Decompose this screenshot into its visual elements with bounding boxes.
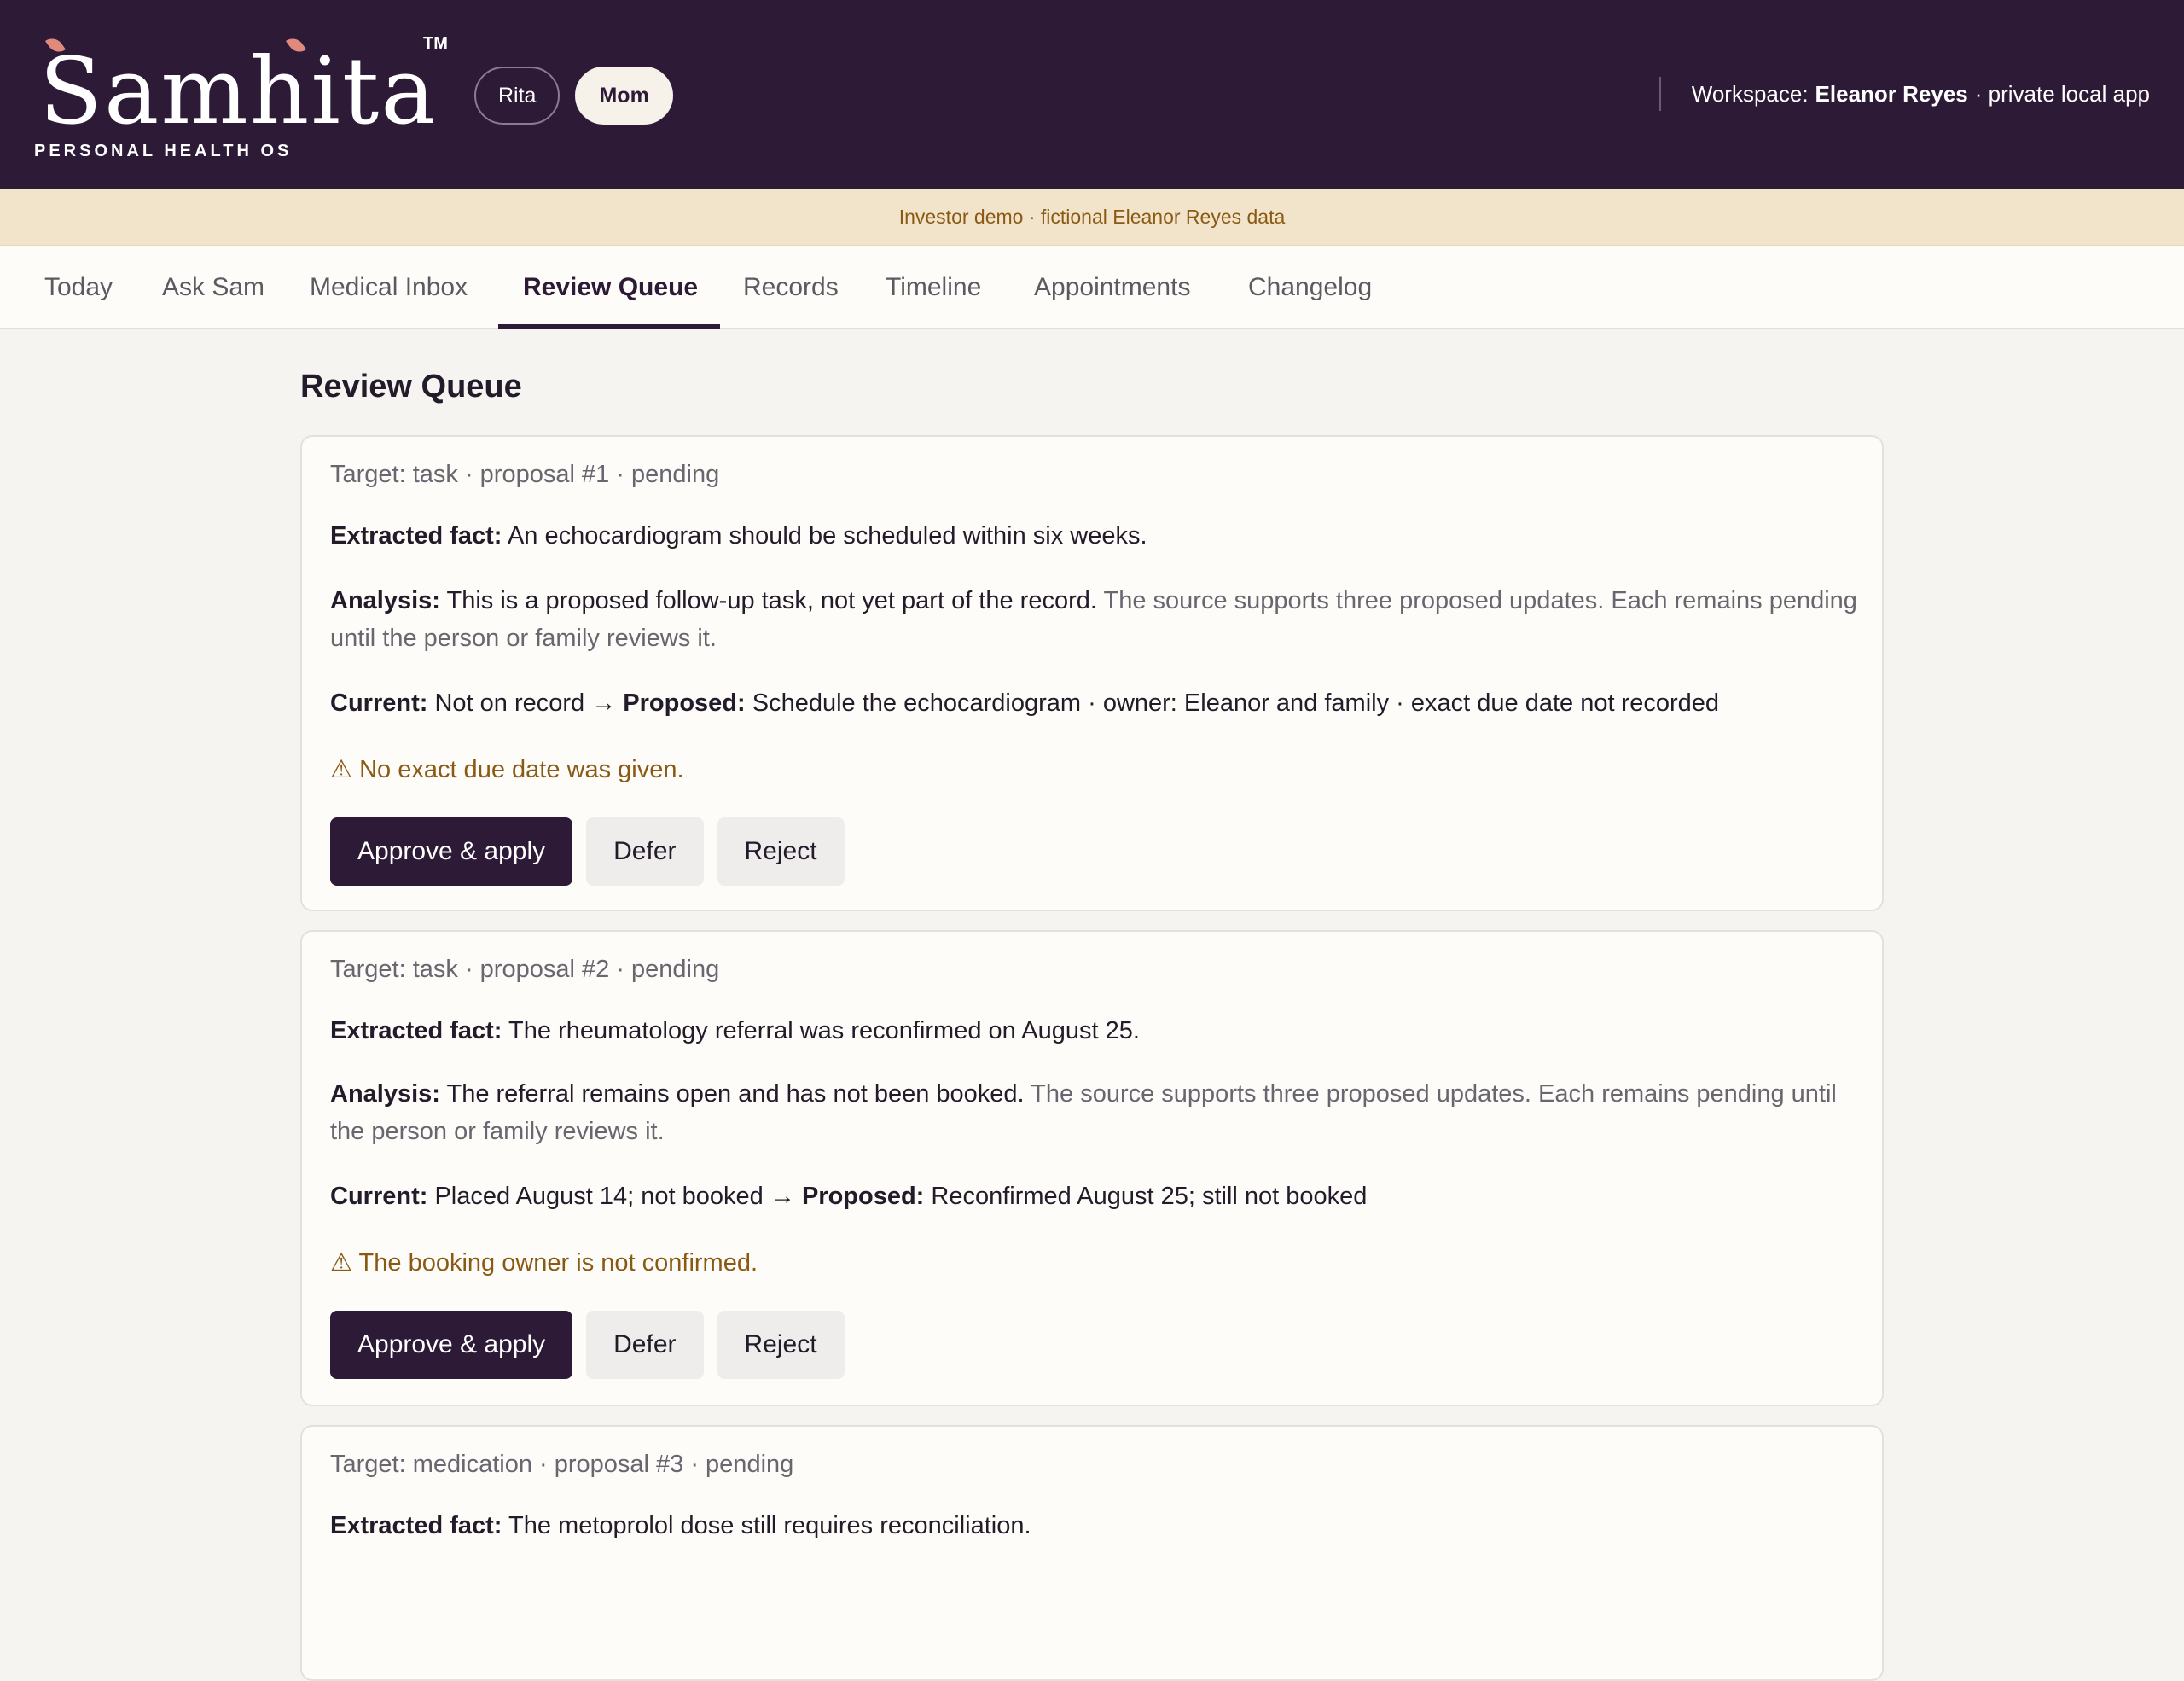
analysis-label: Analysis: <box>330 587 440 614</box>
warning-icon: ⚠ <box>330 1249 352 1277</box>
approve-apply-button[interactable]: Approve & apply <box>330 1311 573 1379</box>
current-label: Current: <box>330 1183 428 1210</box>
tab-changelog[interactable]: Changelog <box>1248 246 1372 329</box>
extracted-fact-label: Extracted fact: <box>330 522 502 550</box>
proposal-actions: Approve & apply Defer Reject <box>330 817 845 886</box>
workspace-divider <box>1658 77 1661 111</box>
tab-appointments[interactable]: Appointments <box>1034 246 1190 329</box>
profile-pill-rita[interactable]: Rita <box>474 67 561 125</box>
tab-review-queue[interactable]: Review Queue <box>523 246 698 329</box>
defer-button[interactable]: Defer <box>586 817 704 886</box>
defer-button[interactable]: Defer <box>586 1311 704 1379</box>
proposed-value: Reconfirmed August 25; still not booked <box>931 1183 1368 1210</box>
arrow-icon: → <box>770 1183 795 1210</box>
demo-banner: Investor demo · fictional Eleanor Reyes … <box>0 189 2184 246</box>
extracted-fact: Extracted fact: The rheumatology referra… <box>330 1012 1857 1050</box>
trademark-symbol: TM <box>423 34 448 53</box>
workspace-info: Workspace: Eleanor Reyes · private local… <box>1658 77 2150 111</box>
proposal-meta: Target: task · proposal #1 · pending <box>330 461 720 488</box>
extracted-fact: Extracted fact: An echocardiogram should… <box>330 517 1857 555</box>
analysis-text: This is a proposed follow-up task, not y… <box>446 587 1097 614</box>
tab-records[interactable]: Records <box>743 246 839 329</box>
proposal-meta: Target: medication · proposal #3 · pendi… <box>330 1451 794 1478</box>
current-label: Current: <box>330 689 428 717</box>
arrow-icon: → <box>591 689 617 717</box>
current-value: Not on record <box>434 689 585 717</box>
tab-today[interactable]: Today <box>44 246 113 329</box>
profile-switcher: Rita Mom <box>474 67 673 125</box>
proposal-warning: ⚠ The booking owner is not confirmed. <box>330 1248 758 1277</box>
extracted-fact-label: Extracted fact: <box>330 1512 502 1539</box>
extracted-fact-label: Extracted fact: <box>330 1017 502 1044</box>
extracted-fact-text: The metoprolol dose still requires recon… <box>508 1512 1031 1539</box>
tab-timeline[interactable]: Timeline <box>886 246 981 329</box>
proposal-card: Target: task · proposal #1 · pending Ext… <box>300 435 1884 911</box>
workspace-prefix: Workspace: <box>1691 80 1809 107</box>
proposal-actions: Approve & apply Defer Reject <box>330 1311 845 1379</box>
proposed-value: Schedule the echocardiogram · owner: Ele… <box>752 689 1720 717</box>
proposal-warning: ⚠ No exact due date was given. <box>330 754 684 784</box>
tab-medical-inbox[interactable]: Medical Inbox <box>310 246 468 329</box>
extracted-fact: Extracted fact: The metoprolol dose stil… <box>330 1507 1857 1544</box>
proposed-label: Proposed: <box>623 689 746 717</box>
warning-icon: ⚠ <box>330 756 352 783</box>
logo-wordmark: Samhita <box>39 38 438 145</box>
proposal-card: Target: task · proposal #2 · pending Ext… <box>300 930 1884 1406</box>
proposed-label: Proposed: <box>801 1183 925 1210</box>
current-value: Placed August 14; not booked <box>434 1183 764 1210</box>
warning-text: No exact due date was given. <box>359 756 684 783</box>
workspace-suffix: · private local app <box>1974 80 2150 107</box>
proposal-card: Target: medication · proposal #3 · pendi… <box>300 1425 1884 1681</box>
app-header: Samhita TM PERSONAL HEALTH OS Rita Mom W… <box>0 0 2184 189</box>
active-tab-indicator <box>498 324 720 329</box>
extracted-fact-text: The rheumatology referral was reconfirme… <box>508 1017 1140 1044</box>
main-nav: Today Ask Sam Medical Inbox Review Queue… <box>0 246 2184 329</box>
profile-pill-mom[interactable]: Mom <box>575 67 673 125</box>
tab-ask-sam[interactable]: Ask Sam <box>162 246 264 329</box>
approve-apply-button[interactable]: Approve & apply <box>330 817 573 886</box>
reject-button[interactable]: Reject <box>717 1311 845 1379</box>
logo-tagline: PERSONAL HEALTH OS <box>34 142 293 160</box>
workspace-name: Eleanor Reyes <box>1815 80 1968 107</box>
extracted-fact-text: An echocardiogram should be scheduled wi… <box>507 522 1147 550</box>
warning-text: The booking owner is not confirmed. <box>358 1249 758 1277</box>
samhita-logo[interactable]: Samhita TM PERSONAL HEALTH OS <box>34 26 461 171</box>
reject-button[interactable]: Reject <box>717 817 845 886</box>
analysis-text: The referral remains open and has not be… <box>446 1080 1025 1108</box>
current-vs-proposed: Current: Placed August 14; not booked → … <box>330 1178 1857 1215</box>
analysis: Analysis: The referral remains open and … <box>330 1075 1857 1150</box>
page-title: Review Queue <box>300 369 522 404</box>
proposal-meta: Target: task · proposal #2 · pending <box>330 956 720 983</box>
current-vs-proposed: Current: Not on record → Proposed: Sched… <box>330 684 1857 722</box>
analysis-label: Analysis: <box>330 1080 440 1108</box>
analysis: Analysis: This is a proposed follow-up t… <box>330 582 1857 657</box>
